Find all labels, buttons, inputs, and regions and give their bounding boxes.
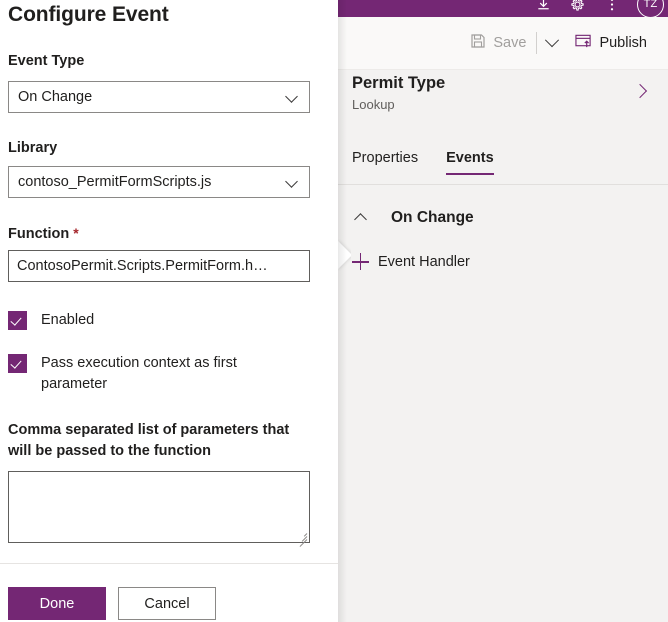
cancel-button-label: Cancel xyxy=(144,595,190,612)
add-event-handler-label: Event Handler xyxy=(378,254,470,270)
pass-context-checkbox[interactable] xyxy=(8,354,27,373)
publish-button[interactable]: Publish xyxy=(566,26,656,60)
chevron-down-icon xyxy=(286,91,299,104)
plus-icon xyxy=(350,251,372,273)
save-button[interactable]: Save xyxy=(461,26,535,60)
required-marker: * xyxy=(73,225,79,241)
on-change-section-title: On Change xyxy=(391,209,474,226)
add-event-handler-button[interactable]: Event Handler xyxy=(338,248,668,276)
cancel-button[interactable]: Cancel xyxy=(118,587,216,620)
download-icon[interactable] xyxy=(535,0,552,13)
done-button[interactable]: Done xyxy=(8,587,106,620)
command-bar-items: Save Publish xyxy=(461,26,656,60)
done-button-label: Done xyxy=(39,595,75,612)
publish-icon xyxy=(575,33,592,53)
footer-divider xyxy=(0,563,338,564)
chevron-down-icon xyxy=(286,176,299,189)
tab-properties[interactable]: Properties xyxy=(352,150,418,175)
avatar-initials: TZ xyxy=(643,0,658,10)
callout-pointer xyxy=(338,238,351,280)
library-dropdown[interactable]: contoso_PermitFormScripts.js xyxy=(8,166,310,198)
event-type-label: Event Type xyxy=(8,53,85,69)
function-label: Function * xyxy=(8,224,79,243)
publish-button-label: Publish xyxy=(599,35,647,51)
on-change-section-header[interactable]: On Change xyxy=(338,203,668,233)
command-separator xyxy=(536,32,538,54)
event-type-value: On Change xyxy=(18,89,93,105)
header-icon-group: TZ xyxy=(535,0,664,17)
chevron-right-icon[interactable] xyxy=(632,82,652,102)
selected-control-type: Lookup xyxy=(352,97,395,112)
event-type-dropdown[interactable]: On Change xyxy=(8,81,310,113)
avatar[interactable]: TZ xyxy=(637,0,664,17)
resize-handle[interactable] xyxy=(296,530,308,547)
configure-event-dialog: Configure Event Event Type On Change Lib… xyxy=(0,0,338,622)
gear-icon[interactable] xyxy=(569,0,586,13)
function-input[interactable]: ContosoPermit.Scripts.PermitForm.h… xyxy=(8,250,310,282)
library-value: contoso_PermitFormScripts.js xyxy=(18,174,212,190)
selected-control-name: Permit Type xyxy=(352,74,446,92)
enabled-checkbox-row[interactable]: Enabled xyxy=(8,310,308,331)
more-vertical-icon[interactable] xyxy=(603,0,620,13)
pass-context-checkbox-label: Pass execution context as first paramete… xyxy=(41,355,237,392)
save-dropdown-chevron-down-icon[interactable] xyxy=(538,26,566,60)
library-label: Library xyxy=(8,140,58,156)
panel-tabs: Properties Events xyxy=(338,150,668,185)
selected-control-header: Permit Type Lookup xyxy=(338,70,668,128)
app-screen: Configure Event Event Type On Change Lib… xyxy=(0,0,668,622)
parameters-textarea[interactable] xyxy=(8,471,310,547)
form-designer-panel: TZ Save Publish Permit Type Lookup Prope… xyxy=(338,0,668,622)
save-button-label: Save xyxy=(493,35,527,51)
tab-events[interactable]: Events xyxy=(446,150,494,175)
dialog-title: Configure Event xyxy=(8,3,169,26)
command-bar: Save Publish xyxy=(338,17,668,70)
function-value: ContosoPermit.Scripts.PermitForm.h… xyxy=(17,258,268,274)
enabled-checkbox[interactable] xyxy=(8,311,27,330)
app-header-bar: TZ xyxy=(338,0,668,17)
save-floppy-icon xyxy=(470,33,486,53)
function-label-text: Function xyxy=(8,226,70,242)
pass-context-checkbox-row[interactable]: Pass execution context as first paramete… xyxy=(8,353,308,395)
enabled-checkbox-label: Enabled xyxy=(41,312,95,328)
chevron-up-icon[interactable] xyxy=(355,211,369,225)
parameters-label: Comma separated list of parameters that … xyxy=(8,422,290,459)
